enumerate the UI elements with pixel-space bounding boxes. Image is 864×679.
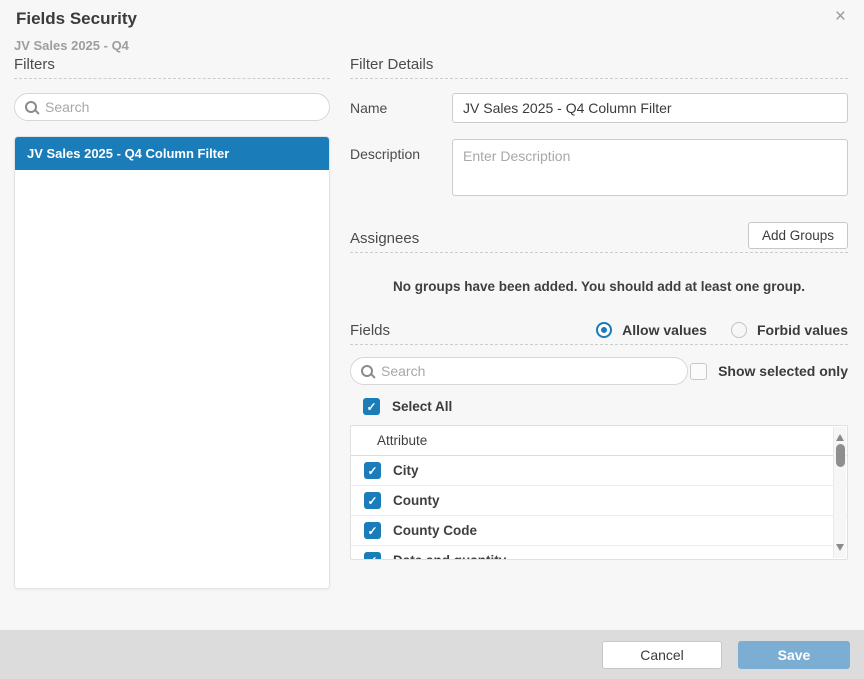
filter-details-heading: Filter Details	[350, 56, 848, 79]
table-row[interactable]: City	[351, 456, 847, 486]
fields-header: Fields Allow values Forbid values	[350, 322, 848, 345]
save-button[interactable]: Save	[738, 641, 850, 669]
dialog-title: Fields Security	[16, 9, 137, 29]
radio-selected-icon	[596, 322, 612, 338]
fields-search-input[interactable]	[381, 363, 677, 379]
attribute-label: Date and quantity	[393, 553, 506, 560]
fields-search-row: Show selected only	[350, 357, 848, 385]
forbid-values-radio[interactable]: Forbid values	[731, 322, 848, 338]
close-icon[interactable]: ×	[835, 7, 846, 26]
search-icon	[361, 365, 373, 377]
checkbox-checked-icon	[363, 398, 380, 415]
fields-security-dialog: Fields Security × JV Sales 2025 - Q4 Fil…	[0, 0, 864, 679]
assignees-heading: Assignees	[350, 230, 419, 252]
attribute-column-header: Attribute	[351, 426, 847, 456]
filters-panel: Filters JV Sales 2025 - Q4 Column Filter	[14, 56, 330, 589]
filter-list-item[interactable]: JV Sales 2025 - Q4 Column Filter	[15, 137, 329, 170]
table-row[interactable]: County	[351, 486, 847, 516]
fields-heading: Fields	[350, 322, 390, 344]
filters-search-input[interactable]	[45, 99, 319, 115]
filter-list: JV Sales 2025 - Q4 Column Filter	[14, 136, 330, 589]
filters-search[interactable]	[14, 93, 330, 121]
checkbox-checked-icon[interactable]	[364, 462, 381, 479]
select-all-label: Select All	[392, 399, 452, 414]
add-groups-button[interactable]: Add Groups	[748, 222, 848, 249]
scroll-up-icon[interactable]	[836, 434, 844, 441]
checkbox-unchecked-icon	[690, 363, 707, 380]
checkbox-checked-icon[interactable]	[364, 522, 381, 539]
assignees-empty-message: No groups have been added. You should ad…	[350, 279, 848, 294]
description-input[interactable]	[452, 139, 848, 196]
cancel-button[interactable]: Cancel	[602, 641, 722, 669]
description-label: Description	[350, 139, 452, 196]
show-selected-only-checkbox[interactable]: Show selected only	[690, 363, 848, 380]
filter-item-label: JV Sales 2025 - Q4 Column Filter	[27, 146, 229, 161]
name-row: Name	[350, 93, 848, 123]
allow-values-radio[interactable]: Allow values	[596, 322, 707, 338]
checkbox-checked-icon[interactable]	[364, 492, 381, 509]
attribute-label: County	[393, 493, 440, 508]
assignees-header: Assignees Add Groups	[350, 222, 848, 253]
dialog-footer: Cancel Save	[0, 630, 864, 679]
name-input[interactable]	[452, 93, 848, 123]
allow-values-label: Allow values	[622, 322, 707, 338]
forbid-values-label: Forbid values	[757, 322, 848, 338]
fields-search[interactable]	[350, 357, 688, 385]
show-selected-only-label: Show selected only	[718, 363, 848, 379]
attribute-label: City	[393, 463, 419, 478]
table-scrollbar[interactable]	[833, 427, 846, 558]
table-row[interactable]: County Code	[351, 516, 847, 546]
table-row[interactable]: Date and quantity	[351, 546, 847, 560]
filters-heading: Filters	[14, 56, 330, 79]
name-label: Name	[350, 93, 452, 123]
scroll-down-icon[interactable]	[836, 544, 844, 551]
scrollbar-thumb[interactable]	[836, 444, 845, 467]
filter-details-panel: Filter Details Name Description Assignee…	[350, 56, 848, 560]
dataset-subtitle: JV Sales 2025 - Q4	[14, 38, 129, 53]
attribute-label: County Code	[393, 523, 477, 538]
select-all-checkbox[interactable]: Select All	[363, 398, 848, 415]
checkbox-checked-icon[interactable]	[364, 552, 381, 560]
description-row: Description	[350, 139, 848, 196]
attributes-table: Attribute City County County Code Date a…	[350, 425, 848, 560]
mode-radios: Allow values Forbid values	[596, 322, 848, 344]
search-icon	[25, 101, 37, 113]
radio-unselected-icon	[731, 322, 747, 338]
